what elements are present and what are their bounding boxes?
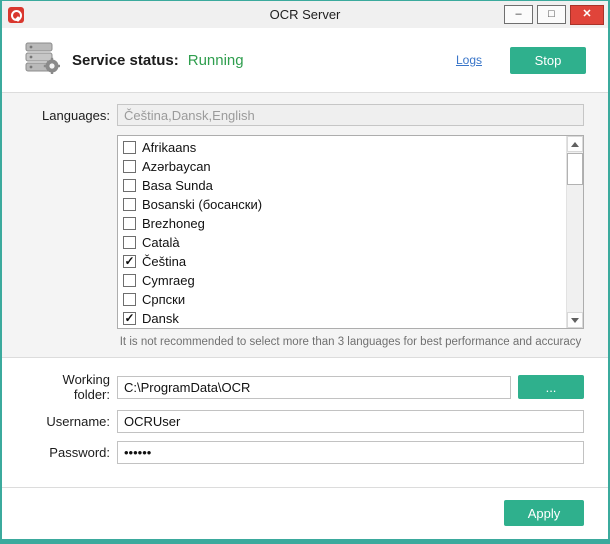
minimize-button[interactable]: – <box>504 5 533 24</box>
window-controls: – □ ✕ <box>504 5 604 25</box>
app-logo-icon <box>8 7 24 23</box>
scrollbar-thumb[interactable] <box>567 153 583 185</box>
scroll-down-button[interactable] <box>567 312 583 328</box>
scroll-up-button[interactable] <box>567 136 583 152</box>
checkbox-unchecked-icon[interactable] <box>123 160 136 173</box>
language-label: Brezhoneg <box>142 216 205 231</box>
titlebar: OCR Server – □ ✕ <box>2 1 608 28</box>
language-checkbox-item[interactable]: ✓ Dansk <box>118 309 566 328</box>
checkbox-unchecked-icon[interactable] <box>123 293 136 306</box>
language-label: Català <box>142 235 180 250</box>
settings-form: Working folder: ... Username: Password: <box>2 358 608 478</box>
language-label: Azərbaycan <box>142 159 211 174</box>
checkbox-unchecked-icon[interactable] <box>123 141 136 154</box>
language-checkbox-item[interactable]: Azərbaycan <box>118 157 566 176</box>
scrollbar[interactable] <box>566 136 583 328</box>
language-label: Cymraeg <box>142 273 195 288</box>
service-status-value: Running <box>188 52 244 69</box>
checkbox-unchecked-icon[interactable] <box>123 198 136 211</box>
browse-button[interactable]: ... <box>518 375 584 399</box>
language-label: Čeština <box>142 254 186 269</box>
arrow-down-icon <box>571 318 579 323</box>
language-label: Afrikaans <box>142 140 196 155</box>
checkbox-unchecked-icon[interactable] <box>123 274 136 287</box>
username-field[interactable] <box>117 410 584 433</box>
footer: Apply <box>2 487 608 539</box>
language-label: Dansk <box>142 311 179 326</box>
working-folder-field[interactable] <box>117 376 511 399</box>
checkbox-checked-icon[interactable]: ✓ <box>123 255 136 268</box>
ocr-server-window: OCR Server – □ ✕ Service s <box>0 0 610 544</box>
password-field[interactable] <box>117 441 584 464</box>
languages-section: Languages: Afrikaans Azərbaycan Basa Sunda… <box>2 93 608 357</box>
username-label: Username: <box>26 414 110 429</box>
languages-label: Languages: <box>26 108 110 123</box>
language-checkbox-item[interactable]: Brezhoneg <box>118 214 566 233</box>
close-button[interactable]: ✕ <box>570 5 604 25</box>
server-icon <box>24 42 60 79</box>
service-status-header: Service status: Running Logs Stop <box>2 28 608 92</box>
language-checkbox-item[interactable]: Afrikaans <box>118 138 566 157</box>
stop-button[interactable]: Stop <box>510 47 586 74</box>
language-label: Српски <box>142 292 185 307</box>
language-checkbox-item[interactable]: Basa Sunda <box>118 176 566 195</box>
language-checkbox-item[interactable]: ✓ Čeština <box>118 252 566 271</box>
apply-button[interactable]: Apply <box>504 500 584 526</box>
checkbox-unchecked-icon[interactable] <box>123 217 136 230</box>
logs-link[interactable]: Logs <box>456 53 482 67</box>
checkbox-checked-icon[interactable]: ✓ <box>123 312 136 325</box>
working-folder-label: Working folder: <box>26 372 110 402</box>
language-label: Bosanski (босански) <box>142 197 262 212</box>
password-label: Password: <box>26 445 110 460</box>
language-checkbox-item[interactable]: Cymraeg <box>118 271 566 290</box>
languages-listbox: Afrikaans Azərbaycan Basa Sunda Bosanski (б… <box>117 135 584 329</box>
language-list: Afrikaans Azərbaycan Basa Sunda Bosanski (б… <box>118 136 566 328</box>
service-status-label: Service status: <box>72 52 179 69</box>
language-label: Basa Sunda <box>142 178 213 193</box>
languages-note: It is not recommended to select more tha… <box>117 336 584 348</box>
language-checkbox-item[interactable]: Bosanski (босански) <box>118 195 566 214</box>
language-checkbox-item[interactable]: Српски <box>118 290 566 309</box>
language-checkbox-item[interactable]: Català <box>118 233 566 252</box>
checkbox-unchecked-icon[interactable] <box>123 236 136 249</box>
maximize-button[interactable]: □ <box>537 5 566 24</box>
arrow-up-icon <box>571 142 579 147</box>
checkbox-unchecked-icon[interactable] <box>123 179 136 192</box>
selected-languages-field[interactable] <box>117 104 584 126</box>
